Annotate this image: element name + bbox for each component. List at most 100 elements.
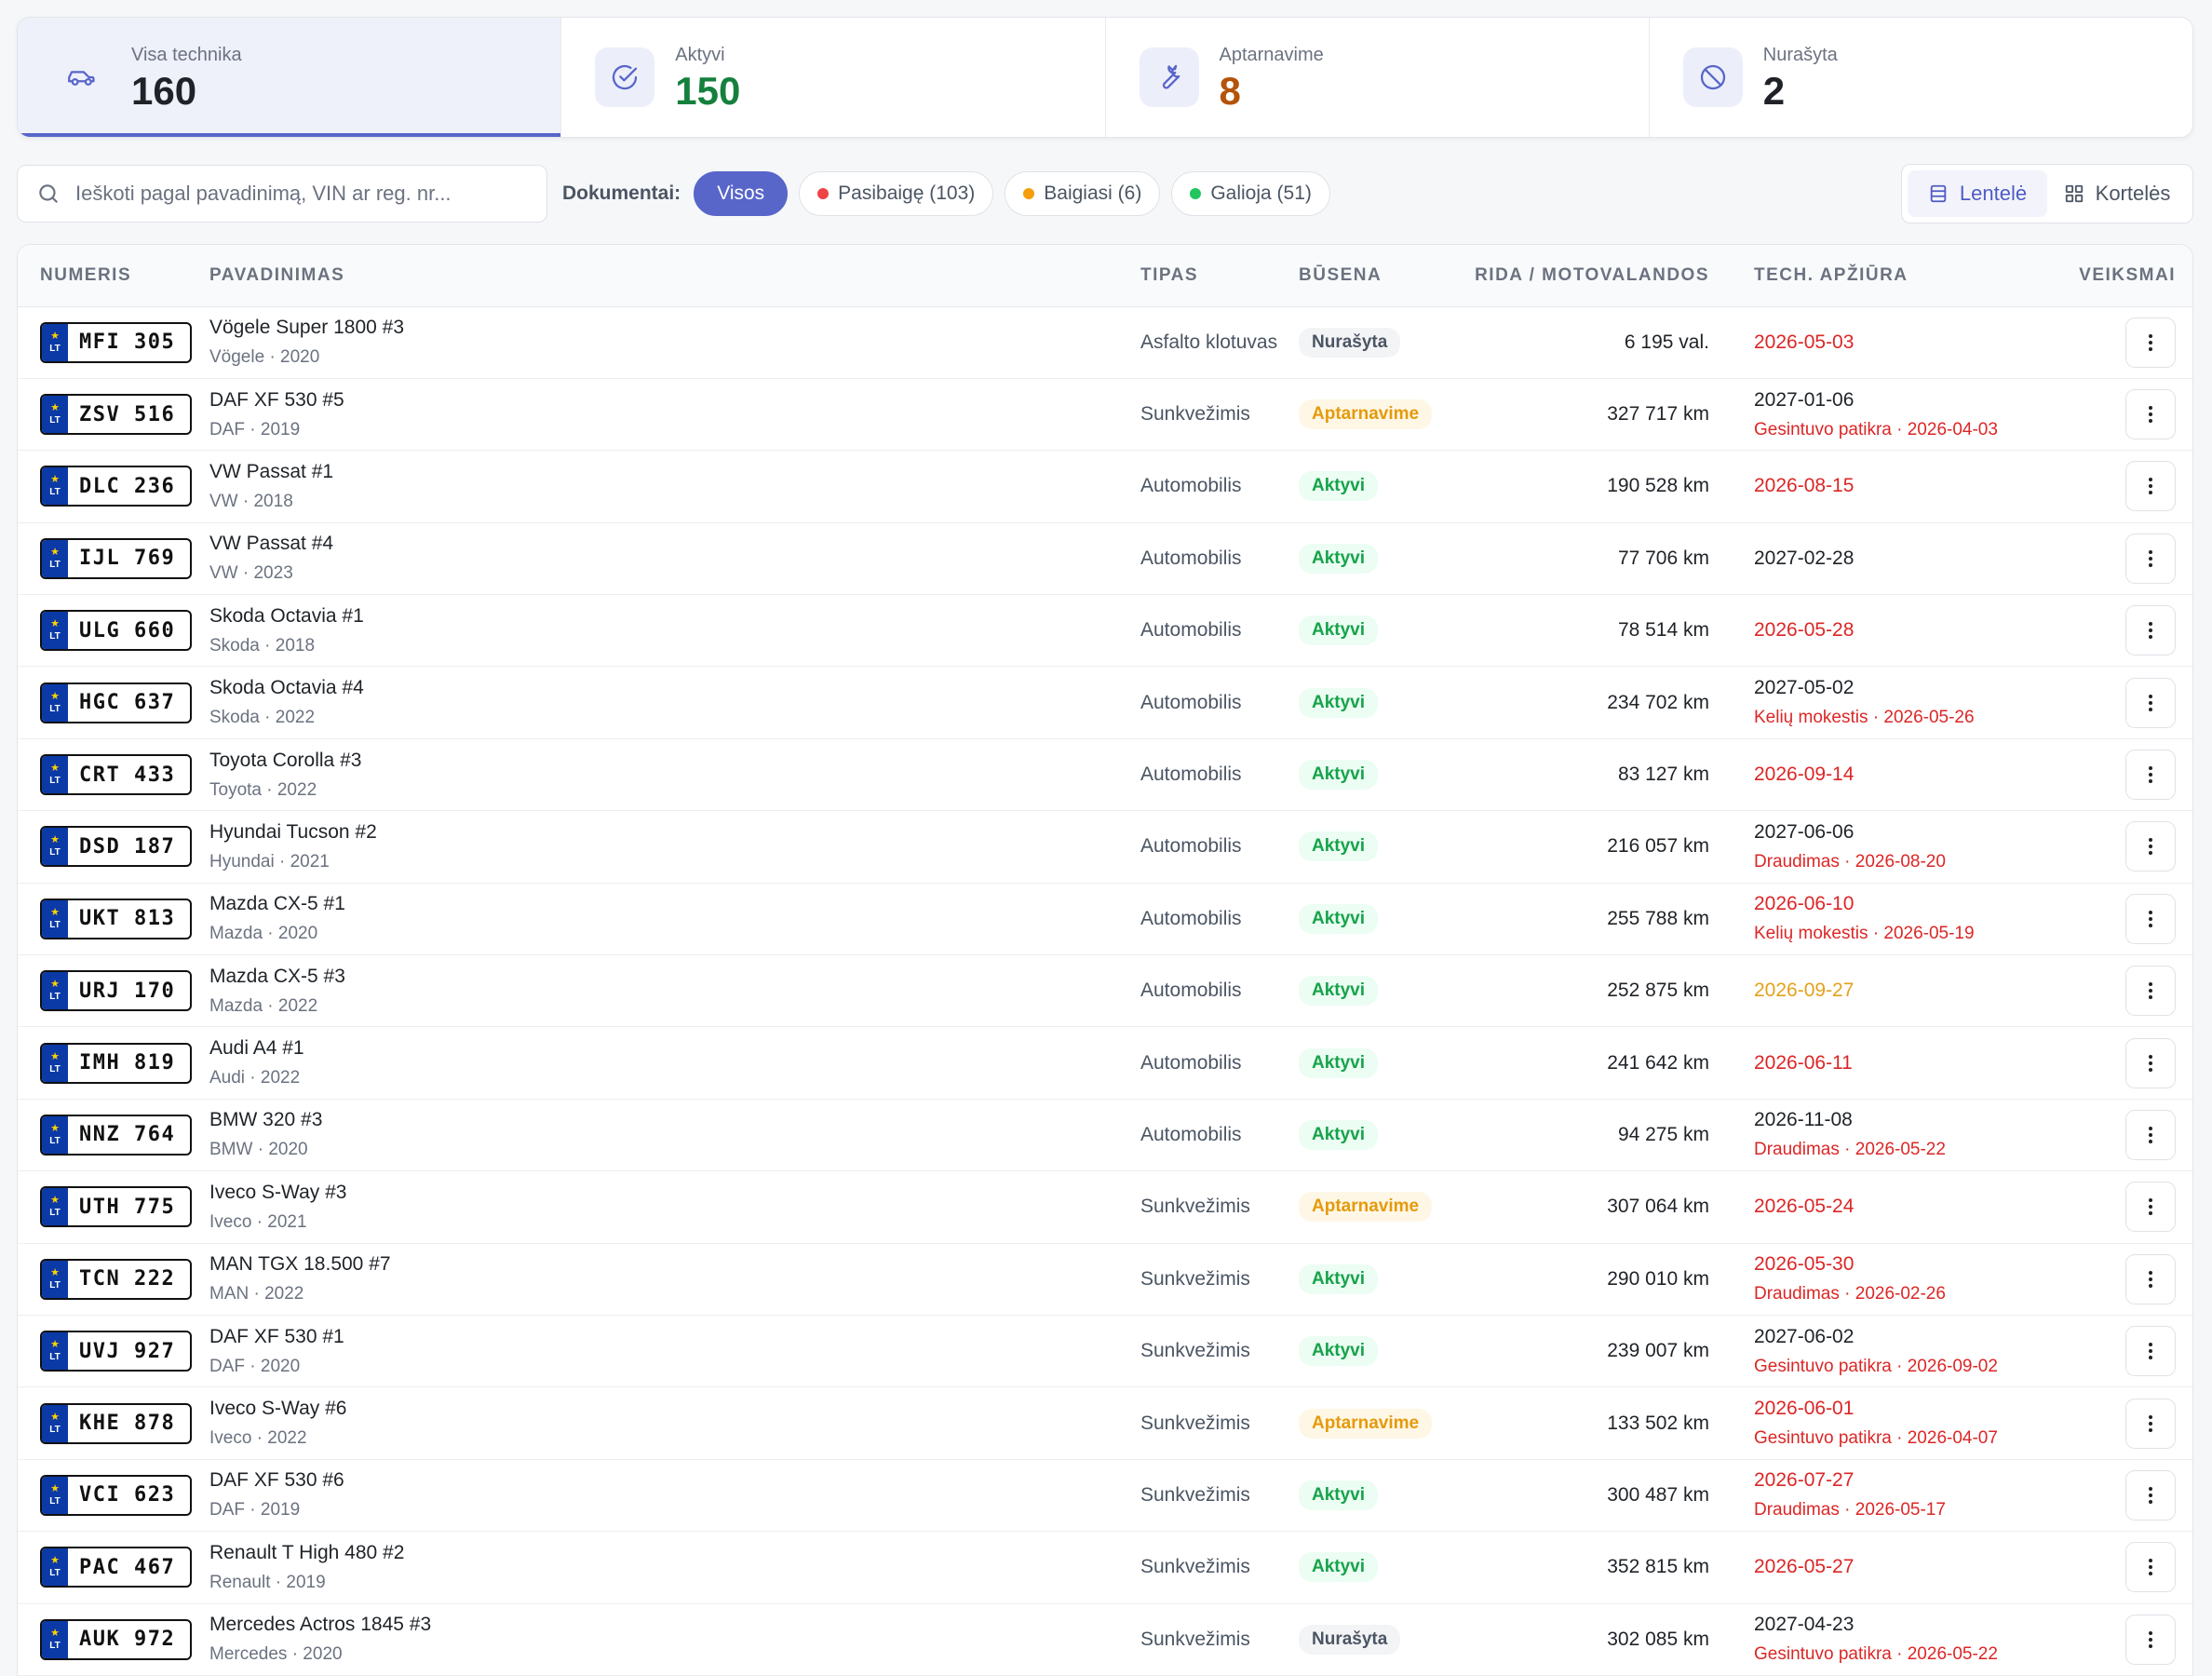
vehicle-title[interactable]: DAF XF 530 #5: [209, 389, 1140, 412]
table-row[interactable]: ★ LT CRT 433 Toyota Corolla #3 Toyota · 2…: [18, 738, 2192, 812]
row-actions-button[interactable]: [2125, 1469, 2176, 1521]
table-row[interactable]: ★ LT AUK 972 Mercedes Actros 1845 #3 Merc…: [18, 1603, 2192, 1676]
row-actions-button[interactable]: [2125, 461, 2176, 512]
vehicle-title[interactable]: Mazda CX-5 #3: [209, 966, 1140, 988]
column-header-type[interactable]: TIPAS: [1140, 245, 1299, 307]
stat-label: Visa technika: [131, 44, 242, 65]
column-header-name[interactable]: PAVADINIMAS: [209, 245, 1140, 307]
vehicle-title[interactable]: Iveco S-Way #3: [209, 1182, 1140, 1204]
filter-chip-expired[interactable]: Pasibaigę (103): [799, 171, 994, 216]
row-actions-button[interactable]: [2125, 1109, 2176, 1160]
table-row[interactable]: ★ LT KHE 878 Iveco S-Way #6 Iveco · 2022 …: [18, 1386, 2192, 1460]
filter-chip-valid[interactable]: Galioja (51): [1171, 171, 1330, 216]
row-actions-button[interactable]: [2125, 389, 2176, 440]
row-actions-button[interactable]: [2125, 533, 2176, 584]
tech-inspection-cell: 2026-06-01 Gesintuvo patikra · 2026-04-0…: [1713, 1386, 2030, 1460]
table-row[interactable]: ★ LT TCN 222 MAN TGX 18.500 #7 MAN · 2022…: [18, 1243, 2192, 1316]
row-actions-button[interactable]: [2125, 1182, 2176, 1233]
search-input[interactable]: [75, 182, 513, 206]
table-row[interactable]: ★ LT DSD 187 Hyundai Tucson #2 Hyundai · …: [18, 810, 2192, 884]
tech-inspection-date: 2026-05-27: [1754, 1556, 1855, 1578]
tech-inspection-cell: 2026-05-30 Draudimas · 2026-02-26: [1713, 1243, 2030, 1316]
plate-country: LT: [49, 1568, 61, 1579]
tech-inspection-cell: 2026-05-27: [1713, 1531, 2030, 1604]
table-row[interactable]: ★ LT PAC 467 Renault T High 480 #2 Renaul…: [18, 1531, 2192, 1604]
vehicle-title[interactable]: Iveco S-Way #6: [209, 1398, 1140, 1420]
stat-card-active[interactable]: Aktyvi 150: [561, 18, 1106, 137]
vehicle-title[interactable]: DAF XF 530 #6: [209, 1469, 1140, 1492]
row-actions-button[interactable]: [2125, 821, 2176, 872]
row-actions-button[interactable]: [2125, 1398, 2176, 1449]
table-row[interactable]: ★ LT IMH 819 Audi A4 #1 Audi · 2022 Autom…: [18, 1026, 2192, 1100]
stat-card-all[interactable]: Visa technika 160: [18, 18, 562, 137]
eu-flag-icon: ★ LT: [42, 539, 68, 577]
table-row[interactable]: ★ LT DLC 236 VW Passat #1 VW · 2018 Autom…: [18, 450, 2192, 523]
row-actions-button[interactable]: [2125, 605, 2176, 656]
filter-chip-expiring[interactable]: Baigiasi (6): [1005, 171, 1161, 216]
table-row[interactable]: ★ LT MFI 305 Vögele Super 1800 #3 Vögele …: [18, 306, 2192, 379]
status-cell: Nurašyta: [1299, 1603, 1466, 1676]
status-cell: Aktyvi: [1299, 738, 1466, 812]
more-vertical-icon: [2149, 406, 2152, 424]
vehicle-title[interactable]: Toyota Corolla #3: [209, 750, 1140, 772]
table-row[interactable]: ★ LT ZSV 516 DAF XF 530 #5 DAF · 2019 Sun…: [18, 378, 2192, 452]
filter-chip-all[interactable]: Visos: [694, 171, 789, 216]
table-row[interactable]: ★ LT NNZ 764 BMW 320 #3 BMW · 2020 Automo…: [18, 1099, 2192, 1172]
plate-country: LT: [49, 919, 61, 930]
vehicle-title[interactable]: VW Passat #1: [209, 461, 1140, 483]
stat-label: Nurašyta: [1762, 44, 1838, 65]
type-cell: Automobilis: [1140, 738, 1299, 812]
search-box[interactable]: [17, 165, 547, 223]
table-row[interactable]: ★ LT URJ 170 Mazda CX-5 #3 Mazda · 2022 A…: [18, 954, 2192, 1028]
table-row[interactable]: ★ LT HGC 637 Skoda Octavia #4 Skoda · 202…: [18, 666, 2192, 739]
column-header-status[interactable]: BŪSENA: [1299, 245, 1466, 307]
status-badge: Aptarnavime: [1299, 1192, 1433, 1223]
mileage-cell: 290 010 km: [1466, 1243, 1713, 1316]
vehicle-title[interactable]: Skoda Octavia #1: [209, 605, 1140, 628]
status-cell: Aktyvi: [1299, 1243, 1466, 1316]
row-actions-button[interactable]: [2125, 1037, 2176, 1088]
row-actions-button[interactable]: [2125, 966, 2176, 1017]
cards-view-button[interactable]: Kortelės: [2047, 170, 2187, 217]
stat-card-service[interactable]: Aptarnavime 8: [1106, 18, 1650, 137]
column-header-number[interactable]: NUMERIS: [18, 245, 209, 307]
vehicle-title[interactable]: DAF XF 530 #1: [209, 1326, 1140, 1348]
row-actions-button[interactable]: [2125, 1614, 2176, 1665]
mileage-cell: 83 127 km: [1466, 738, 1713, 812]
stat-card-written-off[interactable]: Nurašyta 2: [1650, 18, 2192, 137]
vehicle-title[interactable]: Mazda CX-5 #1: [209, 893, 1140, 915]
table-view-label: Lentelė: [1959, 182, 2028, 205]
table-row[interactable]: ★ LT UKT 813 Mazda CX-5 #1 Mazda · 2020 A…: [18, 883, 2192, 956]
vehicle-title[interactable]: Hyundai Tucson #2: [209, 821, 1140, 844]
column-header-mileage[interactable]: RIDA / MOTOVALANDOS: [1466, 245, 1713, 307]
row-actions-button[interactable]: [2125, 677, 2176, 728]
table-row[interactable]: ★ LT ULG 660 Skoda Octavia #1 Skoda · 201…: [18, 594, 2192, 668]
vehicle-title[interactable]: Vögele Super 1800 #3: [209, 317, 1140, 339]
table-row[interactable]: ★ LT UVJ 927 DAF XF 530 #1 DAF · 2020 Sun…: [18, 1315, 2192, 1388]
vehicle-title[interactable]: Renault T High 480 #2: [209, 1542, 1140, 1564]
table-view-button[interactable]: Lentelė: [1908, 170, 2047, 217]
vehicle-title[interactable]: Skoda Octavia #4: [209, 677, 1140, 699]
table-row[interactable]: ★ LT UTH 775 Iveco S-Way #3 Iveco · 2021 …: [18, 1170, 2192, 1244]
row-actions-button[interactable]: [2125, 1542, 2176, 1593]
vehicle-title[interactable]: Audi A4 #1: [209, 1037, 1140, 1060]
actions-cell: [2030, 883, 2192, 956]
vehicle-title[interactable]: MAN TGX 18.500 #7: [209, 1253, 1140, 1276]
vehicle-title[interactable]: BMW 320 #3: [209, 1109, 1140, 1131]
tech-inspection-cell: 2027-06-02 Gesintuvo patikra · 2026-09-0…: [1713, 1315, 2030, 1388]
mileage-value: 300 487 km: [1607, 1483, 1709, 1506]
vehicle-title[interactable]: Mercedes Actros 1845 #3: [209, 1614, 1140, 1636]
plate-country: LT: [49, 1208, 61, 1219]
document-expiry-note: Kelių mokestis · 2026-05-26: [1754, 708, 1975, 728]
row-actions-button[interactable]: [2125, 1253, 2176, 1304]
table-row[interactable]: ★ LT VCI 623 DAF XF 530 #6 DAF · 2019 Sun…: [18, 1459, 2192, 1533]
row-actions-button[interactable]: [2125, 893, 2176, 944]
vehicle-title[interactable]: VW Passat #4: [209, 533, 1140, 555]
row-actions-button[interactable]: [2125, 750, 2176, 801]
row-actions-button[interactable]: [2125, 1326, 2176, 1377]
column-header-tech-inspection[interactable]: TECH. APŽIŪRA: [1713, 245, 2030, 307]
mileage-cell: 255 788 km: [1466, 883, 1713, 956]
plate-cell: ★ LT TCN 222: [18, 1243, 209, 1316]
row-actions-button[interactable]: [2125, 317, 2176, 368]
table-row[interactable]: ★ LT IJL 769 VW Passat #4 VW · 2023 Autom…: [18, 522, 2192, 596]
